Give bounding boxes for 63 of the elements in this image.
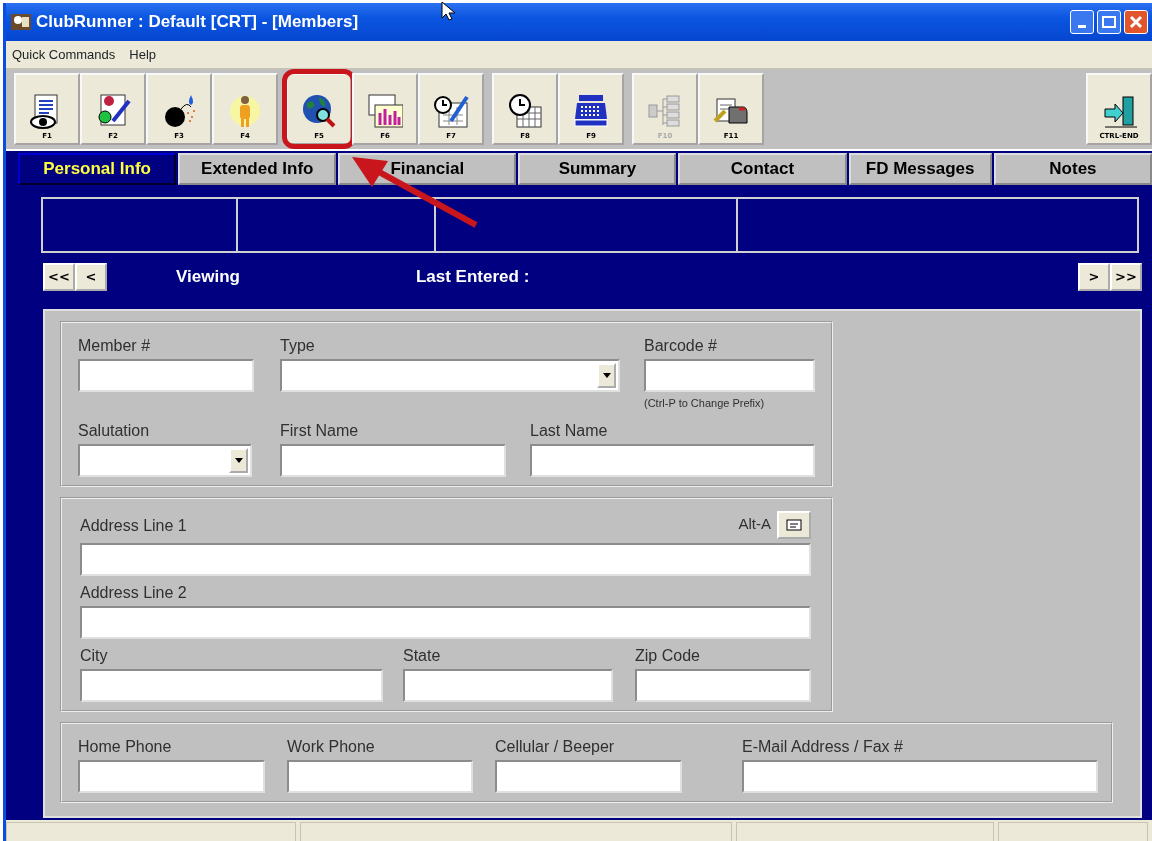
input-field[interactable]: [530, 443, 815, 477]
viewing-label: Viewing: [176, 266, 240, 289]
field-label: Address Line 2: [80, 582, 187, 603]
menu-item[interactable]: Help: [127, 44, 159, 65]
menu-item[interactable]: Quick Commands: [10, 44, 118, 65]
input-field[interactable]: [280, 443, 506, 477]
minimize-button[interactable]: [1070, 10, 1094, 34]
cursor-icon: [441, 1, 455, 21]
address-card-button[interactable]: [777, 510, 811, 539]
dropdown-field[interactable]: [280, 359, 620, 392]
field-label: State: [403, 645, 441, 666]
field-label: Salutation: [78, 420, 150, 441]
input-field[interactable]: [287, 759, 473, 793]
close-icon: [1129, 15, 1143, 29]
input-field[interactable]: [80, 605, 811, 639]
next-record-button[interactable]: >: [1078, 263, 1110, 291]
field-label: Type: [280, 336, 315, 356]
field-label: Home Phone: [78, 736, 172, 757]
tab[interactable]: Extended Info: [178, 153, 337, 185]
first-record-button[interactable]: <<: [43, 263, 75, 291]
field-label: Address Line 1: [80, 515, 187, 536]
input-field[interactable]: [78, 759, 265, 793]
bar-chart-icon: [367, 92, 403, 129]
field-label: Work Phone: [287, 736, 375, 757]
last-record-button[interactable]: >>: [1110, 263, 1142, 291]
shortcut-label: Alt-A: [738, 514, 771, 535]
clock-icon: [507, 92, 543, 129]
field-label: Cellular / Beeper: [495, 736, 615, 757]
tab[interactable]: Contact: [678, 153, 847, 185]
dropdown-field[interactable]: [78, 443, 252, 477]
field-label: Last Name: [530, 420, 608, 441]
card-icon: [786, 518, 802, 531]
tab[interactable]: FD Messages: [848, 153, 992, 185]
field-label: Member #: [78, 336, 151, 356]
tab[interactable]: Notes: [993, 153, 1152, 185]
cash-register-icon: [573, 92, 609, 129]
input-field[interactable]: [635, 668, 811, 702]
hint-text: (Ctrl-P to Change Prefix): [644, 396, 766, 411]
app-icon: [10, 12, 32, 32]
tab[interactable]: Personal Info: [18, 153, 177, 185]
tab[interactable]: Summary: [518, 153, 677, 185]
maximize-button[interactable]: [1097, 10, 1121, 34]
field-label: Barcode #: [644, 336, 717, 356]
hierarchy-icon: [647, 92, 683, 129]
window-title: ClubRunner : Default [CRT] - [Members]: [36, 11, 359, 34]
input-field[interactable]: [403, 668, 613, 702]
input-field[interactable]: [80, 542, 811, 576]
paint-icon: [95, 92, 131, 129]
field-label: City: [80, 645, 108, 666]
input-field[interactable]: [742, 759, 1098, 793]
input-field[interactable]: [495, 759, 682, 793]
previous-record-button[interactable]: <: [75, 263, 107, 291]
input-field[interactable]: [644, 359, 815, 392]
field-label: E-Mail Address / Fax #: [742, 736, 903, 757]
input-field[interactable]: [78, 359, 254, 392]
minimize-icon: [1078, 25, 1086, 28]
last-entered-label: Last Entered :: [415, 266, 530, 289]
maximize-icon: [1102, 16, 1116, 28]
close-button[interactable]: [1124, 10, 1148, 34]
field-label: Zip Code: [635, 645, 700, 666]
globe-icon: [301, 92, 337, 129]
field-label: First Name: [280, 420, 359, 441]
input-field[interactable]: [80, 668, 383, 702]
